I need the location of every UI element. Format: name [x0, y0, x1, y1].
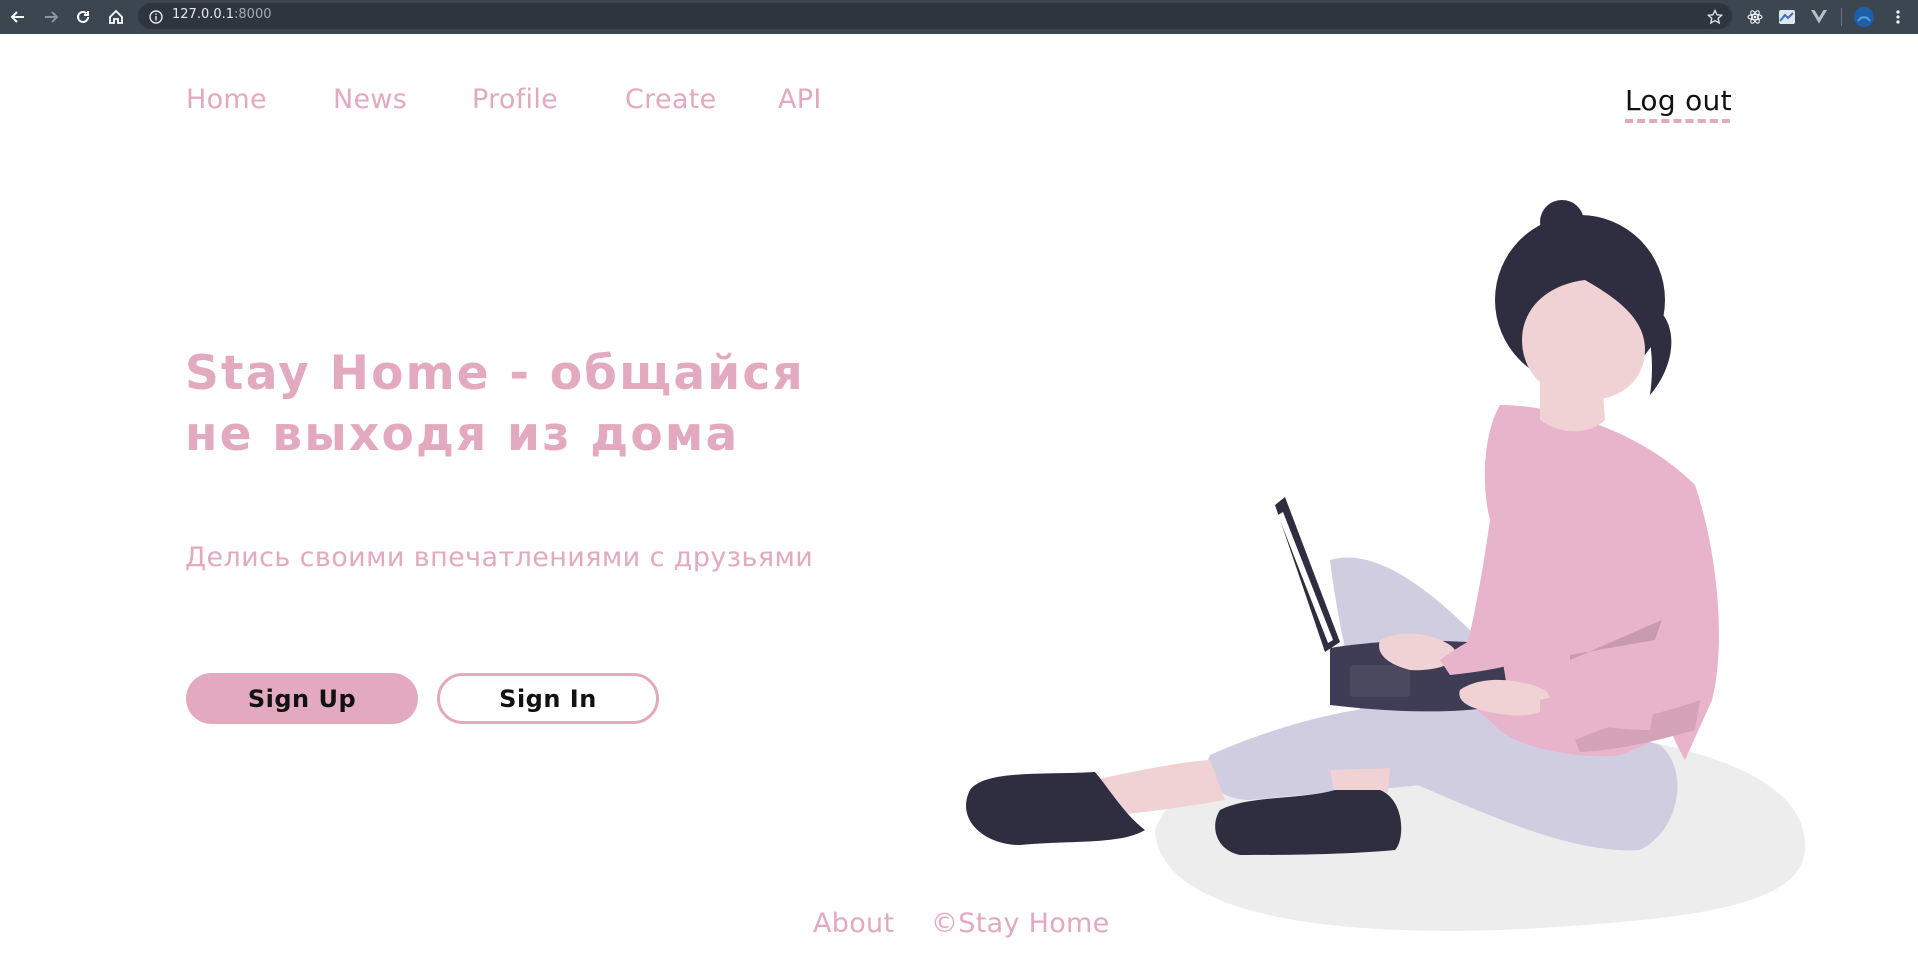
hero-title-line2: не выходя из дома	[185, 407, 740, 462]
hero-title-line1: Stay Home - общайся	[185, 346, 805, 401]
woman-with-laptop-illustration	[966, 200, 1806, 931]
info-icon[interactable]	[146, 7, 166, 27]
hero-subtitle: Делись своими впечатлениями с друзьями	[185, 542, 814, 573]
hero-title: Stay Home - общайся не выходя из дома	[185, 343, 885, 465]
nav-create-link[interactable]: Create	[625, 84, 717, 115]
url-text[interactable]: 127.0.0.1:8000	[172, 7, 272, 22]
address-bar[interactable]	[138, 3, 1732, 29]
forward-arrow-icon[interactable]	[39, 5, 63, 29]
sign-in-button[interactable]: Sign In	[437, 673, 659, 724]
nav-home-link[interactable]: Home	[186, 84, 267, 115]
vue-devtools-icon[interactable]	[1809, 7, 1829, 27]
footer-copyright: ©Stay Home	[931, 908, 1110, 939]
footer-about-link[interactable]: About	[813, 908, 894, 939]
profile-avatar-icon[interactable]	[1854, 7, 1874, 27]
logout-underline	[1625, 119, 1730, 123]
url-host: 127.0.0.1	[172, 7, 235, 22]
nav-profile-link[interactable]: Profile	[472, 84, 558, 115]
back-arrow-icon[interactable]	[6, 5, 30, 29]
nav-news-link[interactable]: News	[333, 84, 407, 115]
home-icon[interactable]	[104, 5, 128, 29]
logout-link[interactable]: Log out	[1625, 84, 1732, 117]
toolbar-divider	[1841, 8, 1842, 26]
more-menu-icon[interactable]	[1888, 7, 1908, 27]
star-icon[interactable]	[1705, 7, 1725, 27]
sign-up-button[interactable]: Sign Up	[186, 673, 418, 724]
extension-icon[interactable]	[1777, 7, 1797, 27]
reload-icon[interactable]	[71, 5, 95, 29]
url-port: :8000	[234, 7, 272, 22]
nav-api-link[interactable]: API	[778, 84, 822, 115]
browser-toolbar: 127.0.0.1:8000	[0, 0, 1918, 34]
react-devtools-icon[interactable]	[1745, 7, 1765, 27]
